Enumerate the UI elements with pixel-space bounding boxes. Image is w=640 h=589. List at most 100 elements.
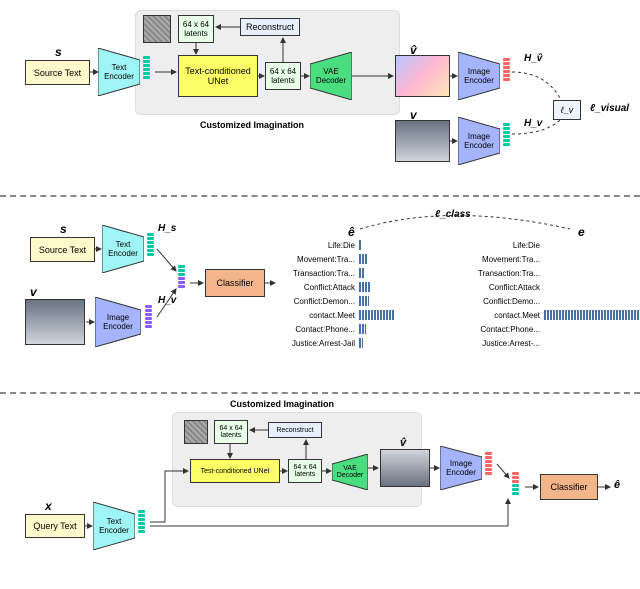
generated-image-vhat — [395, 55, 450, 97]
chart-bar — [359, 296, 369, 306]
latents-a-p3-label: 64 x 64 latents — [217, 425, 245, 439]
vhat-embedding-bars — [503, 58, 510, 81]
chart-category-label: Justice:Arrest-... — [460, 339, 540, 348]
vhat-embedding-p3 — [485, 452, 492, 475]
query-text-box: Query Text — [25, 514, 85, 538]
chart-row: Justice:Arrest-Jail — [275, 337, 459, 349]
classifier-p2: Classifier — [205, 269, 265, 297]
chart-row: Contact:Phone... — [460, 323, 640, 335]
chart-category-label: Life:Die — [275, 241, 355, 250]
panel-middle: s Source Text Text Encoder H_s v Image E… — [0, 197, 640, 392]
chart-row: Justice:Arrest-... — [460, 337, 640, 349]
image-encoder-1: Image Encoder — [458, 52, 500, 100]
text-encoder-label: Text Encoder — [98, 63, 140, 81]
source-text-box: Source Text — [25, 60, 90, 85]
classifier-label-p3: Classifier — [550, 482, 587, 492]
chart-row: Transaction:Tra... — [275, 267, 459, 279]
text-encoder-p2: Text Encoder — [102, 225, 144, 273]
chart-row: Life:Die — [460, 239, 640, 251]
latents-b: 64 x 64 latents — [265, 62, 301, 90]
vae-decoder-p3-label: VAE Decoder — [332, 465, 368, 479]
classifier-p3: Classifier — [540, 474, 598, 500]
ehat-symbol: ê — [348, 225, 355, 239]
source-text-label: Source Text — [34, 68, 81, 78]
chart-category-label: contact.Meet — [460, 311, 540, 320]
text-encoder-label-p3: Text Encoder — [93, 517, 135, 535]
real-image-v-p2 — [25, 299, 85, 345]
s-symbol: s — [55, 45, 62, 59]
chart-category-label: Transaction:Tra... — [460, 269, 540, 278]
chart-row: contact.Meet — [460, 309, 640, 321]
concat-embedding-p2 — [178, 265, 185, 288]
vae-decoder: VAE Decoder — [310, 52, 352, 100]
Hs-label: H_s — [158, 223, 176, 234]
chart-category-label: Conflict:Attack — [460, 283, 540, 292]
source-text-label-p2: Source Text — [39, 245, 86, 255]
panel-bottom: Customized Imagination x Query Text Text… — [0, 394, 640, 589]
ehat-symbol-p3: ê — [614, 479, 620, 491]
unet-label: Text-conditioned UNet — [181, 66, 255, 86]
v-embedding-bars — [503, 123, 510, 146]
source-text-box-p2: Source Text — [30, 237, 95, 262]
text-encoder-p3: Text Encoder — [93, 502, 135, 550]
ci-label-p3: Customized Imagination — [230, 399, 334, 409]
chart-bar — [544, 310, 640, 320]
loss-v-box-label: ℓ_v — [561, 105, 573, 115]
panel-top: s Source Text Text Encoder 64 x 64 laten… — [0, 0, 640, 195]
chart-category-label: Movement:Tra... — [460, 255, 540, 264]
chart-bar — [359, 310, 394, 320]
image-encoder-1-label: Image Encoder — [458, 67, 500, 85]
chart-bar — [359, 338, 363, 348]
chart-bar — [359, 240, 362, 250]
chart-row: Conflict:Demon... — [275, 295, 459, 307]
chart-category-label: Life:Die — [460, 241, 540, 250]
chart-row: Movement:Tra... — [460, 253, 640, 265]
Hv-label-p2: H_v — [158, 295, 176, 306]
v-symbol-p2: v — [30, 285, 37, 299]
chart-row: Contact:Phone... — [275, 323, 459, 335]
loss-visual-label: ℓ_visual — [590, 103, 629, 114]
chart-category-label: contact.Meet — [275, 311, 355, 320]
reconstruct-box: Reconstruct — [240, 18, 300, 36]
reconstruct-label: Reconstruct — [246, 22, 294, 32]
unet-p3: Test-conditioned UNet — [190, 459, 280, 483]
chart-category-label: Contact:Phone... — [460, 325, 540, 334]
vhat-symbol-p3: v̂ — [400, 437, 406, 449]
reconstruct-p3-label: Reconstruct — [276, 427, 313, 434]
chart-category-label: Justice:Arrest-Jail — [275, 339, 355, 348]
chart-row: Transaction:Tra... — [460, 267, 640, 279]
chart-category-label: Conflict:Demo... — [460, 297, 540, 306]
real-image-v — [395, 120, 450, 162]
unet-box: Text-conditioned UNet — [178, 55, 258, 97]
x-symbol: x — [45, 499, 52, 513]
image-embedding-p2 — [145, 305, 152, 328]
chart-category-label: Conflict:Attack — [275, 283, 355, 292]
noise-image-p3 — [184, 420, 208, 444]
text-embedding-p3 — [138, 510, 145, 533]
e-symbol: e — [578, 225, 585, 239]
chart-row: Life:Die — [275, 239, 459, 251]
noise-image — [143, 15, 171, 43]
text-encoder-label-p2: Text Encoder — [102, 240, 144, 258]
latents-b-p3: 64 x 64 latents — [288, 459, 322, 483]
loss-v-box: ℓ_v — [553, 100, 581, 120]
chart-row: Conflict:Attack — [275, 281, 459, 293]
chart-row: Movement:Tra... — [275, 253, 459, 265]
chart-bar — [359, 282, 371, 292]
chart-category-label: Contact:Phone... — [275, 325, 355, 334]
classifier-label-p2: Classifier — [216, 278, 253, 288]
image-encoder-p3-label: Image Encoder — [440, 459, 482, 477]
latents-a-p3: 64 x 64 latents — [214, 420, 248, 444]
image-encoder-p2: Image Encoder — [95, 297, 141, 347]
latents-b-p3-label: 64 x 64 latents — [291, 464, 319, 478]
text-encoder: Text Encoder — [98, 48, 140, 96]
chart-ehat: Life:Die Movement:Tra... Transaction:Tra..… — [275, 239, 459, 349]
loss-class-label: ℓ_class — [435, 209, 471, 220]
chart-row: Conflict:Attack — [460, 281, 640, 293]
concat-embedding-p3 — [512, 472, 519, 495]
chart-bar — [359, 324, 366, 334]
Hv-label: H_v — [524, 118, 542, 129]
chart-bar — [359, 268, 364, 278]
chart-bar — [359, 254, 367, 264]
chart-e: Life:Die Movement:Tra... Transaction:Tra..… — [460, 239, 640, 349]
